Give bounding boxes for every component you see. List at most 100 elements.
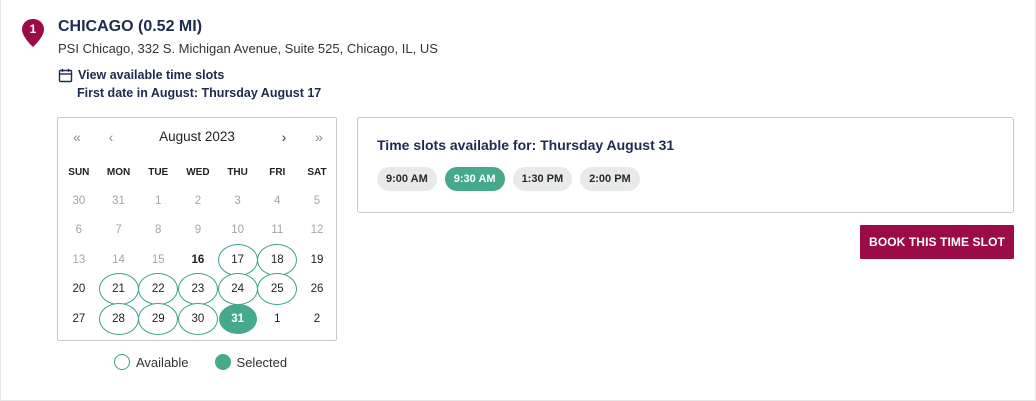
calendar-day-number: 20: [72, 283, 86, 296]
time-slot[interactable]: 1:30 PM: [512, 167, 573, 191]
calendar-day: 30: [59, 186, 99, 216]
next-month-button[interactable]: ›: [274, 129, 294, 145]
calendar-day-number: 14: [112, 253, 125, 266]
calendar-day: 31: [99, 186, 139, 216]
calendar-day-number: 15: [151, 253, 165, 266]
calendar-day-available[interactable]: 30: [178, 304, 218, 334]
calendar-day: 15: [138, 245, 178, 275]
calendar-day[interactable]: 20: [59, 275, 99, 305]
calendar-day-available[interactable]: 18: [257, 245, 297, 275]
calendar-day-number: 21: [112, 283, 125, 296]
weekday-header: MON: [106, 167, 131, 178]
calendar-day-available[interactable]: 22: [138, 275, 178, 305]
legend-available: Available: [114, 354, 189, 370]
calendar-day-available[interactable]: 25: [257, 275, 297, 305]
calendar-day[interactable]: 16: [178, 245, 218, 275]
calendar-day-number: 12: [310, 224, 324, 237]
time-slots-list: 9:00 AM 9:30 AM 1:30 PM 2:00 PM: [377, 167, 648, 191]
calendar-day: 11: [257, 216, 297, 246]
calendar-day: 3: [218, 186, 258, 216]
calendar-day: 10: [218, 216, 258, 246]
calendar-day: 2: [178, 186, 218, 216]
calendar-day-available[interactable]: 17: [218, 245, 258, 275]
calendar-day: 6: [59, 216, 99, 246]
calendar-header: « ‹ August 2023 › »: [58, 118, 336, 158]
calendar-day-number: 4: [274, 194, 281, 207]
calendar-day-number: 29: [151, 312, 165, 325]
location-title: CHICAGO (0.52 MI): [58, 18, 203, 35]
calendar-day-number: 11: [271, 224, 284, 237]
calendar-day: 12: [297, 216, 337, 246]
time-slots-panel: Time slots available for: Thursday Augus…: [357, 117, 1014, 213]
selected-dot-icon: [214, 354, 231, 370]
calendar-day-available[interactable]: 24: [218, 275, 258, 305]
weekday-header: FRI: [269, 167, 286, 178]
calendar-day-number: 27: [72, 312, 86, 325]
calendar-day-number: 31: [112, 194, 125, 207]
calendar-day[interactable]: 2: [297, 304, 337, 334]
legend-selected-label: Selected: [236, 354, 288, 370]
calendar-day-number: 22: [151, 283, 165, 296]
calendar-day: 1: [138, 186, 178, 216]
calendar-day[interactable]: 27: [59, 304, 99, 334]
weekday-header: WED: [186, 167, 210, 178]
calendar-day-number: 9: [194, 224, 202, 237]
calendar-day-number: 16: [191, 253, 205, 266]
calendar-day-number: 23: [191, 283, 205, 296]
view-time-slots-link[interactable]: View available time slots: [58, 66, 224, 84]
location-address: PSI Chicago, 332 S. Michigan Avenue, Sui…: [58, 41, 438, 56]
calendar-day-available[interactable]: 28: [99, 304, 139, 334]
weekday-header: SUN: [68, 167, 90, 178]
calendar-day-number: 31: [231, 312, 244, 325]
calendar-day: 8: [138, 216, 178, 246]
calendar-day-number: 1: [155, 194, 162, 207]
time-slots-title: Time slots available for: Thursday Augus…: [377, 137, 675, 153]
calendar-day-number: 24: [231, 283, 244, 296]
time-slot[interactable]: 2:00 PM: [580, 167, 640, 191]
calendar-day: 14: [99, 245, 139, 275]
location-card: 1 CHICAGO (0.52 MI) PSI Chicago, 332 S. …: [0, 0, 1036, 401]
calendar-day: 7: [99, 216, 139, 246]
calendar-day-number: 17: [231, 253, 244, 266]
calendar-grid: SUN MON TUE WED THU FRI SAT 30 31 1 2 3 4 5 6 7 8 9 10 11 12…: [59, 166, 337, 334]
calendar-day: 13: [59, 245, 99, 275]
location-pin-icon: 1: [21, 18, 45, 48]
date-picker-calendar: « ‹ August 2023 › » SUN MON TUE WED THU FRI SA…: [57, 117, 337, 341]
calendar-day-available[interactable]: 29: [138, 304, 178, 334]
calendar-day: 5: [297, 186, 337, 216]
calendar-day-available[interactable]: 23: [178, 275, 218, 305]
calendar-day-number: 2: [313, 312, 321, 325]
calendar-day-number: 13: [72, 253, 86, 266]
calendar-day-number: 10: [231, 224, 244, 237]
calendar-day-number: 2: [194, 194, 202, 207]
calendar-day-number: 6: [75, 224, 83, 237]
book-time-slot-button[interactable]: BOOK THIS TIME SLOT: [860, 225, 1014, 259]
calendar-day-available[interactable]: 21: [99, 275, 139, 305]
calendar-day-number: 26: [310, 283, 324, 296]
time-slot[interactable]: 9:00 AM: [377, 167, 437, 191]
calendar-day-number: 1: [274, 312, 281, 325]
calendar-day[interactable]: 19: [297, 245, 337, 275]
calendar-icon: [58, 68, 73, 83]
calendar-day[interactable]: 1: [257, 304, 297, 334]
calendar-day-number: 25: [270, 283, 284, 296]
view-time-slots-label: View available time slots: [78, 68, 225, 82]
calendar-day-selected[interactable]: 31: [218, 304, 258, 334]
calendar-day-number: 30: [72, 194, 86, 207]
calendar-day-number: 3: [234, 194, 241, 207]
calendar-legend: Available Selected: [114, 354, 313, 370]
weekday-header: SAT: [307, 167, 327, 178]
calendar-day: 9: [178, 216, 218, 246]
calendar-day[interactable]: 26: [297, 275, 337, 305]
calendar-day-number: 28: [112, 312, 125, 325]
next-year-button[interactable]: »: [309, 129, 329, 145]
first-available-date: First date in August: Thursday August 17: [77, 86, 322, 100]
weekday-header: THU: [227, 167, 248, 178]
legend-selected: Selected: [214, 354, 288, 370]
calendar-day-number: 18: [270, 253, 284, 266]
time-slot-selected[interactable]: 9:30 AM: [444, 167, 505, 191]
calendar-day: 4: [257, 186, 297, 216]
location-number: 1: [29, 22, 37, 36]
calendar-month-label[interactable]: August 2023: [58, 129, 336, 144]
calendar-day-number: 5: [313, 194, 321, 207]
